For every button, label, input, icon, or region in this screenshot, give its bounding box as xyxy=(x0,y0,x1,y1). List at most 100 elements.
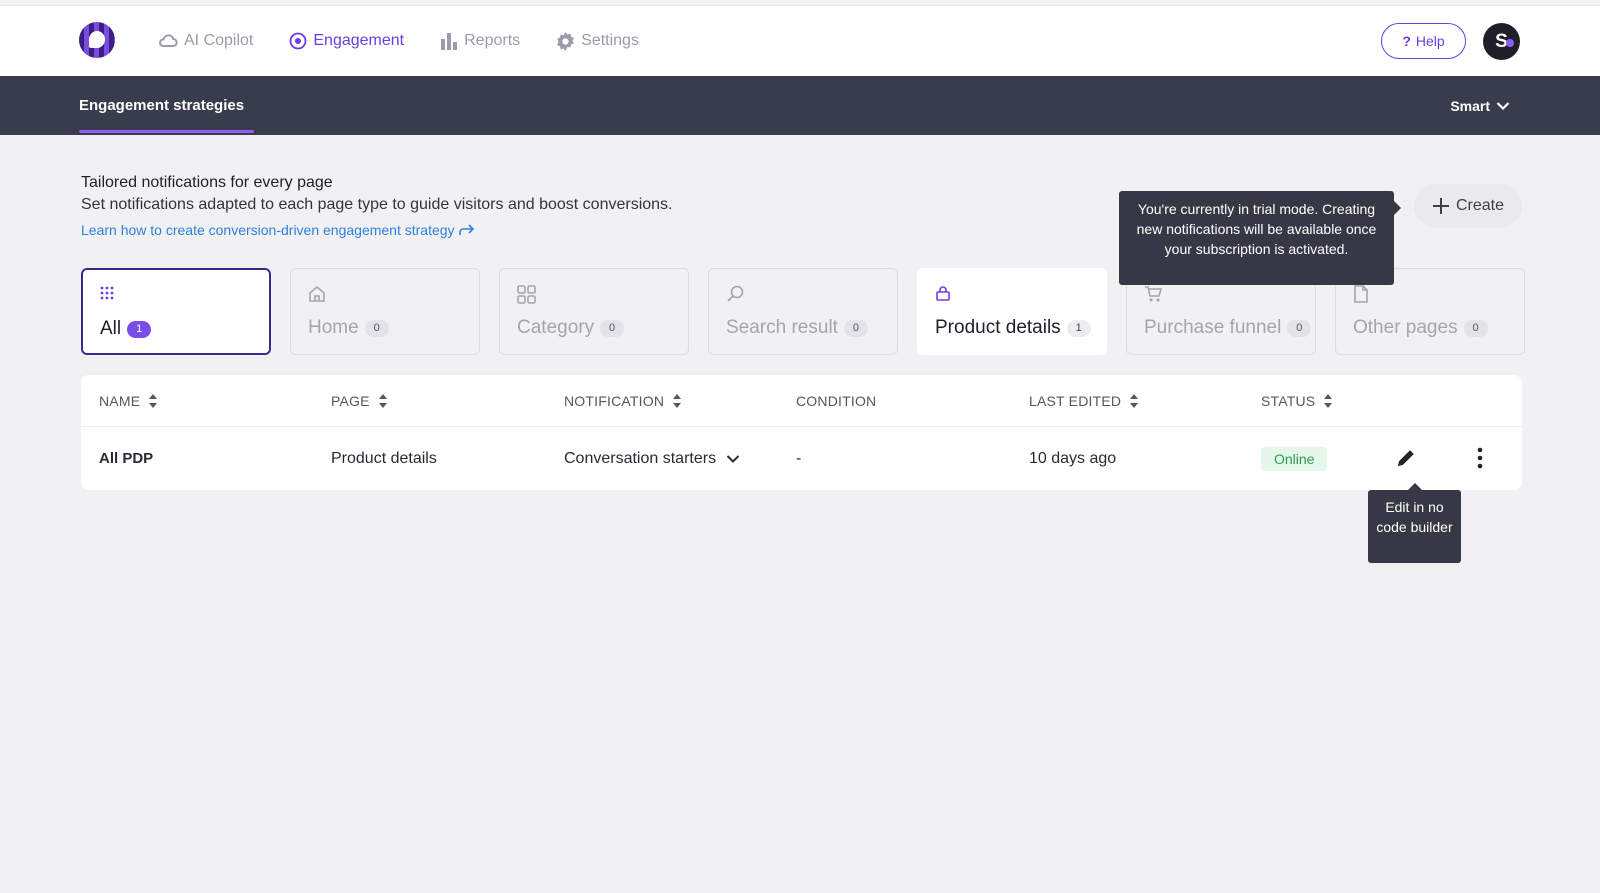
nav-label: AI Copilot xyxy=(184,32,254,49)
target-icon xyxy=(289,32,307,50)
top-navigation-bar: AI Copilot Engagement Reports Settings ?… xyxy=(0,5,1600,76)
column-label: STATUS xyxy=(1261,393,1316,409)
grid-dots-icon xyxy=(100,286,114,300)
chevron-down-icon xyxy=(726,454,740,463)
nav-label: Reports xyxy=(464,32,521,49)
nav-item-ai-copilot[interactable]: AI Copilot xyxy=(158,32,253,50)
vertical-dots-icon xyxy=(1477,447,1483,469)
cloud-icon xyxy=(159,34,178,47)
table-header: NAME PAGE NOTIFICATION CONDITION LAST ED… xyxy=(81,375,1522,427)
notification-dropdown[interactable]: Conversation starters xyxy=(564,427,740,490)
sort-icon xyxy=(149,394,158,408)
page-type-card-all[interactable]: All 1 xyxy=(81,268,271,355)
column-label: CONDITION xyxy=(796,393,877,409)
card-title: All xyxy=(100,318,122,339)
count-badge: 1 xyxy=(127,320,152,338)
column-label: PAGE xyxy=(331,393,370,409)
category-icon xyxy=(517,285,536,304)
card-label: Other pages 0 xyxy=(1353,317,1488,339)
card-title: Purchase funnel xyxy=(1144,317,1282,338)
card-label: Purchase funnel 0 xyxy=(1144,317,1312,339)
edit-tooltip: Edit in no code builder xyxy=(1368,483,1461,563)
card-label: Product details 1 xyxy=(935,317,1091,339)
learn-more-link[interactable]: Learn how to create conversion-driven en… xyxy=(81,222,475,238)
card-label: All 1 xyxy=(100,318,152,340)
edit-button[interactable] xyxy=(1395,447,1417,474)
trial-mode-tooltip: You're currently in trial mode. Creating… xyxy=(1119,191,1401,285)
question-mark-icon: ? xyxy=(1402,33,1411,49)
count-badge: 0 xyxy=(364,319,389,337)
cell-condition: - xyxy=(796,449,802,467)
search-icon xyxy=(727,285,744,302)
cell-page: Product details xyxy=(331,449,437,467)
column-header-condition: CONDITION xyxy=(796,375,876,427)
nav-item-reports[interactable]: Reports xyxy=(440,32,520,50)
sort-icon xyxy=(378,394,387,408)
column-label: NAME xyxy=(99,393,141,409)
section-description: Set notifications adapted to each page t… xyxy=(81,196,673,213)
chevron-down-icon xyxy=(1496,101,1510,110)
column-header-page[interactable]: PAGE xyxy=(331,375,388,427)
column-header-name[interactable]: NAME xyxy=(99,375,158,427)
card-label: Search result 0 xyxy=(726,317,868,339)
count-badge: 0 xyxy=(1287,319,1312,337)
gear-icon xyxy=(557,31,575,51)
sort-icon xyxy=(1130,394,1139,408)
count-badge: 1 xyxy=(1066,319,1091,337)
page-type-card-product-details[interactable]: Product details 1 xyxy=(917,268,1107,355)
count-badge: 0 xyxy=(1463,319,1488,337)
page-type-card-category[interactable]: Category 0 xyxy=(499,268,689,355)
learn-more-label: Learn how to create conversion-driven en… xyxy=(81,222,455,238)
section-title: Tailored notifications for every page xyxy=(81,174,333,191)
nav-label: Settings xyxy=(581,32,639,49)
create-button[interactable]: Create xyxy=(1414,184,1522,228)
more-options-button[interactable] xyxy=(1477,447,1483,474)
main-nav: AI Copilot Engagement Reports Settings xyxy=(158,6,639,76)
user-avatar[interactable]: S xyxy=(1483,23,1520,60)
card-title: Product details xyxy=(935,317,1061,338)
shopping-bag-icon xyxy=(936,286,950,301)
column-header-status[interactable]: STATUS xyxy=(1261,375,1333,427)
card-title: Other pages xyxy=(1353,317,1458,338)
column-label: LAST EDITED xyxy=(1029,393,1122,409)
card-title: Search result xyxy=(726,317,838,338)
account-dropdown[interactable]: Smart xyxy=(1450,76,1510,135)
column-header-last-edited[interactable]: LAST EDITED xyxy=(1029,375,1139,427)
sort-icon xyxy=(673,394,682,408)
sort-icon xyxy=(1324,394,1333,408)
card-label: Category 0 xyxy=(517,317,625,339)
sub-header: Engagement strategies Smart xyxy=(0,76,1600,135)
app-logo[interactable] xyxy=(79,22,115,58)
count-badge: 0 xyxy=(600,319,625,337)
active-tab-indicator xyxy=(79,130,254,133)
column-header-notification[interactable]: NOTIFICATION xyxy=(564,375,682,427)
status-badge: Online xyxy=(1261,446,1328,471)
create-label: Create xyxy=(1455,197,1505,214)
help-button[interactable]: ? Help xyxy=(1381,23,1466,59)
file-icon xyxy=(1354,285,1368,303)
nav-label: Engagement xyxy=(313,32,405,49)
cart-icon xyxy=(1145,286,1162,302)
help-label: Help xyxy=(1415,33,1445,49)
cell-status: Online xyxy=(1261,427,1328,490)
bar-chart-icon xyxy=(441,33,458,50)
card-label: Home 0 xyxy=(308,317,389,339)
nav-item-engagement[interactable]: Engagement xyxy=(289,32,404,50)
redirect-arrow-icon xyxy=(458,224,474,235)
page-type-card-home[interactable]: Home 0 xyxy=(290,268,480,355)
page-type-card-search-result[interactable]: Search result 0 xyxy=(708,268,898,355)
column-label: NOTIFICATION xyxy=(564,393,665,409)
tab-label: Engagement strategies xyxy=(79,97,245,114)
pencil-icon xyxy=(1398,450,1414,466)
home-icon xyxy=(309,285,325,302)
cell-notification: Conversation starters xyxy=(564,449,717,467)
card-title: Home xyxy=(308,317,359,338)
nav-item-settings[interactable]: Settings xyxy=(556,31,639,51)
account-label: Smart xyxy=(1450,97,1490,114)
table-row[interactable]: All PDP Product details Conversation sta… xyxy=(81,427,1522,490)
avatar-status-dot xyxy=(1506,39,1514,47)
count-badge: 0 xyxy=(843,319,868,337)
tab-engagement-strategies[interactable]: Engagement strategies xyxy=(79,76,244,135)
plus-icon xyxy=(1432,198,1449,214)
strategies-table: NAME PAGE NOTIFICATION CONDITION LAST ED… xyxy=(81,375,1522,490)
